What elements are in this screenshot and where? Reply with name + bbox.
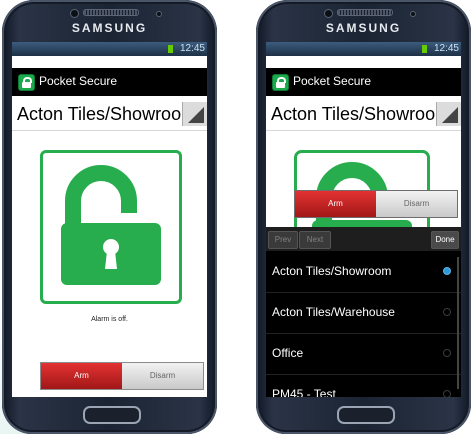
unlocked-padlock-icon — [61, 165, 161, 285]
lock-status-panel — [40, 150, 182, 304]
picker-item-label: PM45 - Test — [272, 387, 336, 397]
app-lock-icon — [18, 74, 35, 91]
location-selected-text: Acton Tiles/Showroom — [17, 104, 197, 124]
speaker-grille — [336, 9, 393, 16]
battery-icon — [422, 45, 427, 53]
next-button[interactable]: Next — [299, 231, 331, 249]
picker-item[interactable]: PM45 - Test — [266, 374, 461, 397]
location-selector[interactable]: Acton Tiles/Showroom — [12, 100, 207, 131]
home-button[interactable] — [82, 406, 141, 424]
picker-item[interactable]: Acton Tiles/Showroom — [266, 251, 461, 293]
dropdown-arrow-icon[interactable] — [182, 102, 207, 126]
status-bar: 12:45 — [12, 42, 207, 56]
app-lock-icon — [272, 74, 289, 91]
picker-item[interactable]: Office — [266, 333, 461, 375]
disarm-button[interactable]: Disarm — [122, 363, 203, 389]
status-time: 12:45 — [179, 43, 205, 54]
arm-button[interactable]: Arm — [295, 191, 376, 217]
brand-logo: SAMSUNG — [71, 21, 148, 35]
location-selector[interactable]: Acton Tiles/Showroom — [266, 100, 461, 131]
location-picker-list: Acton Tiles/Showroom Acton Tiles/Warehou… — [266, 251, 461, 397]
picker-toolbar: Prev Next Done — [266, 227, 461, 251]
brand-logo: SAMSUNG — [325, 21, 402, 35]
phone-left: SAMSUNG 12:45 Pocket Secure Acton Tiles/… — [2, 0, 217, 434]
front-camera — [70, 9, 79, 18]
sensor — [156, 11, 162, 17]
picker-item-label: Acton Tiles/Showroom — [272, 264, 392, 278]
home-button[interactable] — [336, 406, 395, 424]
front-camera — [324, 9, 333, 18]
radio-selected-icon[interactable] — [443, 267, 451, 275]
scrollbar[interactable] — [457, 257, 459, 389]
app-title-bar: Pocket Secure — [12, 68, 207, 96]
radio-icon[interactable] — [443, 390, 451, 397]
dropdown-arrow-icon[interactable] — [436, 102, 461, 126]
disarm-button[interactable]: Disarm — [376, 191, 457, 217]
picker-item-label: Office — [272, 346, 304, 360]
arm-toggle: Arm Disarm — [40, 362, 204, 390]
picker-item[interactable]: Acton Tiles/Warehouse — [266, 292, 461, 334]
screen: 12:45 Pocket Secure Acton Tiles/Showroom… — [12, 42, 207, 397]
app-title-bar: Pocket Secure — [266, 68, 461, 96]
done-button[interactable]: Done — [431, 231, 459, 249]
arm-button[interactable]: Arm — [41, 363, 122, 389]
app-title: Pocket Secure — [39, 74, 118, 88]
radio-icon[interactable] — [443, 308, 451, 316]
speaker-grille — [82, 9, 139, 16]
arm-toggle: Arm Disarm — [294, 190, 458, 218]
status-bar: 12:45 — [266, 42, 461, 56]
app-title: Pocket Secure — [293, 74, 372, 88]
prev-button[interactable]: Prev — [268, 231, 298, 249]
screen: 12:45 Pocket Secure Acton Tiles/Showroom… — [266, 42, 461, 397]
sensor — [410, 11, 416, 17]
location-selected-text: Acton Tiles/Showroom — [271, 104, 451, 124]
status-time: 12:45 — [433, 43, 459, 54]
battery-icon — [168, 45, 173, 53]
picker-item-label: Acton Tiles/Warehouse — [272, 305, 395, 319]
alarm-status-text: Alarm is off. — [91, 316, 128, 323]
radio-icon[interactable] — [443, 349, 451, 357]
phone-right: SAMSUNG 12:45 Pocket Secure Acton Tiles/… — [256, 0, 471, 434]
